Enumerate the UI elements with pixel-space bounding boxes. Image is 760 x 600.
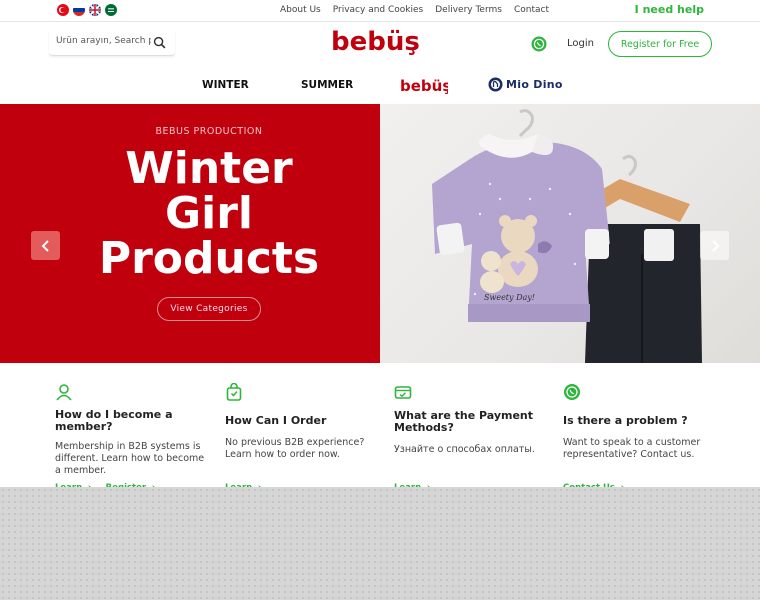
chevron-right-icon — [711, 239, 719, 252]
bebus-logo[interactable]: bebüş — [331, 27, 427, 57]
uk-flag-icon[interactable] — [89, 4, 101, 16]
saudi-flag-icon[interactable] — [105, 4, 117, 16]
nav-bebus-logo-text: bebüş — [400, 77, 448, 95]
search-icon[interactable] — [153, 36, 166, 49]
delivery-terms-link[interactable]: Delivery Terms — [435, 5, 502, 15]
info-payment-methods: What are the Payment Methods? Узнайте о … — [394, 383, 554, 493]
shopping-bag-icon — [226, 383, 242, 401]
search-box — [49, 30, 175, 56]
hero-title-line-2: Girl — [165, 188, 253, 239]
whatsapp-icon[interactable] — [531, 36, 547, 52]
hero-slider: BEBUS PRODUCTION Winter Girl Products Vi… — [0, 104, 760, 363]
info-section: How do I become a member? Membership in … — [0, 363, 760, 493]
sweater-print-text: Sweety Day! — [484, 293, 535, 302]
info-title-4: Is there a problem ? — [563, 414, 688, 427]
contact-link[interactable]: Contact — [514, 5, 549, 15]
whatsapp-icon — [564, 384, 580, 400]
turkey-flag-icon[interactable] — [57, 4, 69, 16]
privacy-cookies-link[interactable]: Privacy and Cookies — [333, 5, 423, 15]
top-bar: About Us Privacy and Cookies Delivery Te… — [0, 0, 760, 22]
nav-bebus-logo[interactable]: bebüş — [400, 77, 448, 95]
footer-pattern-band — [0, 487, 760, 600]
info-title-1: How do I become a member? — [55, 408, 173, 433]
info-title-3: What are the Payment Methods? — [394, 409, 534, 434]
search-input[interactable] — [56, 36, 151, 46]
dino-icon — [488, 77, 503, 92]
info-how-to-order: How Can I Order No previous B2B experien… — [225, 383, 375, 493]
info-text-3: Узнайте о способах оплаты. — [394, 444, 535, 455]
info-title-2: How Can I Order — [225, 414, 327, 427]
info-problem: Is there a problem ? Want to speak to a … — [563, 383, 723, 493]
login-link[interactable]: Login — [567, 38, 594, 49]
view-categories-button[interactable]: View Categories — [157, 297, 261, 321]
info-become-member: How do I become a member? Membership in … — [55, 383, 205, 493]
nav-mio-dino-logo[interactable]: Mio Dino — [488, 77, 563, 92]
info-text-1: Membership in B2B systems is different. … — [55, 441, 205, 476]
payment-card-icon — [394, 386, 412, 399]
info-text-4: Want to speak to a customer representati… — [563, 437, 701, 460]
chevron-left-icon — [41, 239, 49, 252]
user-icon — [56, 384, 72, 401]
nav-summer[interactable]: SUMMER — [301, 79, 353, 91]
help-link[interactable]: I need help — [635, 3, 704, 16]
info-text-2: No previous B2B experience? Learn how to… — [225, 437, 365, 460]
slider-prev-button[interactable] — [31, 231, 60, 260]
russia-flag-icon[interactable] — [73, 4, 85, 16]
language-flags — [57, 4, 117, 16]
register-button[interactable]: Register for Free — [608, 31, 712, 57]
hero-title-line-1: Winter — [125, 143, 293, 194]
hero-subtitle: BEBUS PRODUCTION — [155, 126, 263, 137]
slider-next-button[interactable] — [700, 231, 729, 260]
hero-title-line-3: Products — [98, 233, 320, 284]
nav-winter[interactable]: WINTER — [202, 79, 249, 91]
bebus-logo-text: bebüş — [331, 27, 420, 57]
hero-title: Winter Girl Products — [0, 146, 418, 281]
header: bebüş Login Register for Free — [0, 22, 760, 68]
category-nav: WINTER SUMMER bebüş Mio Dino — [0, 68, 760, 104]
about-us-link[interactable]: About Us — [280, 5, 321, 15]
mio-dino-text: Mio Dino — [506, 78, 563, 91]
top-links: About Us Privacy and Cookies Delivery Te… — [280, 5, 549, 15]
